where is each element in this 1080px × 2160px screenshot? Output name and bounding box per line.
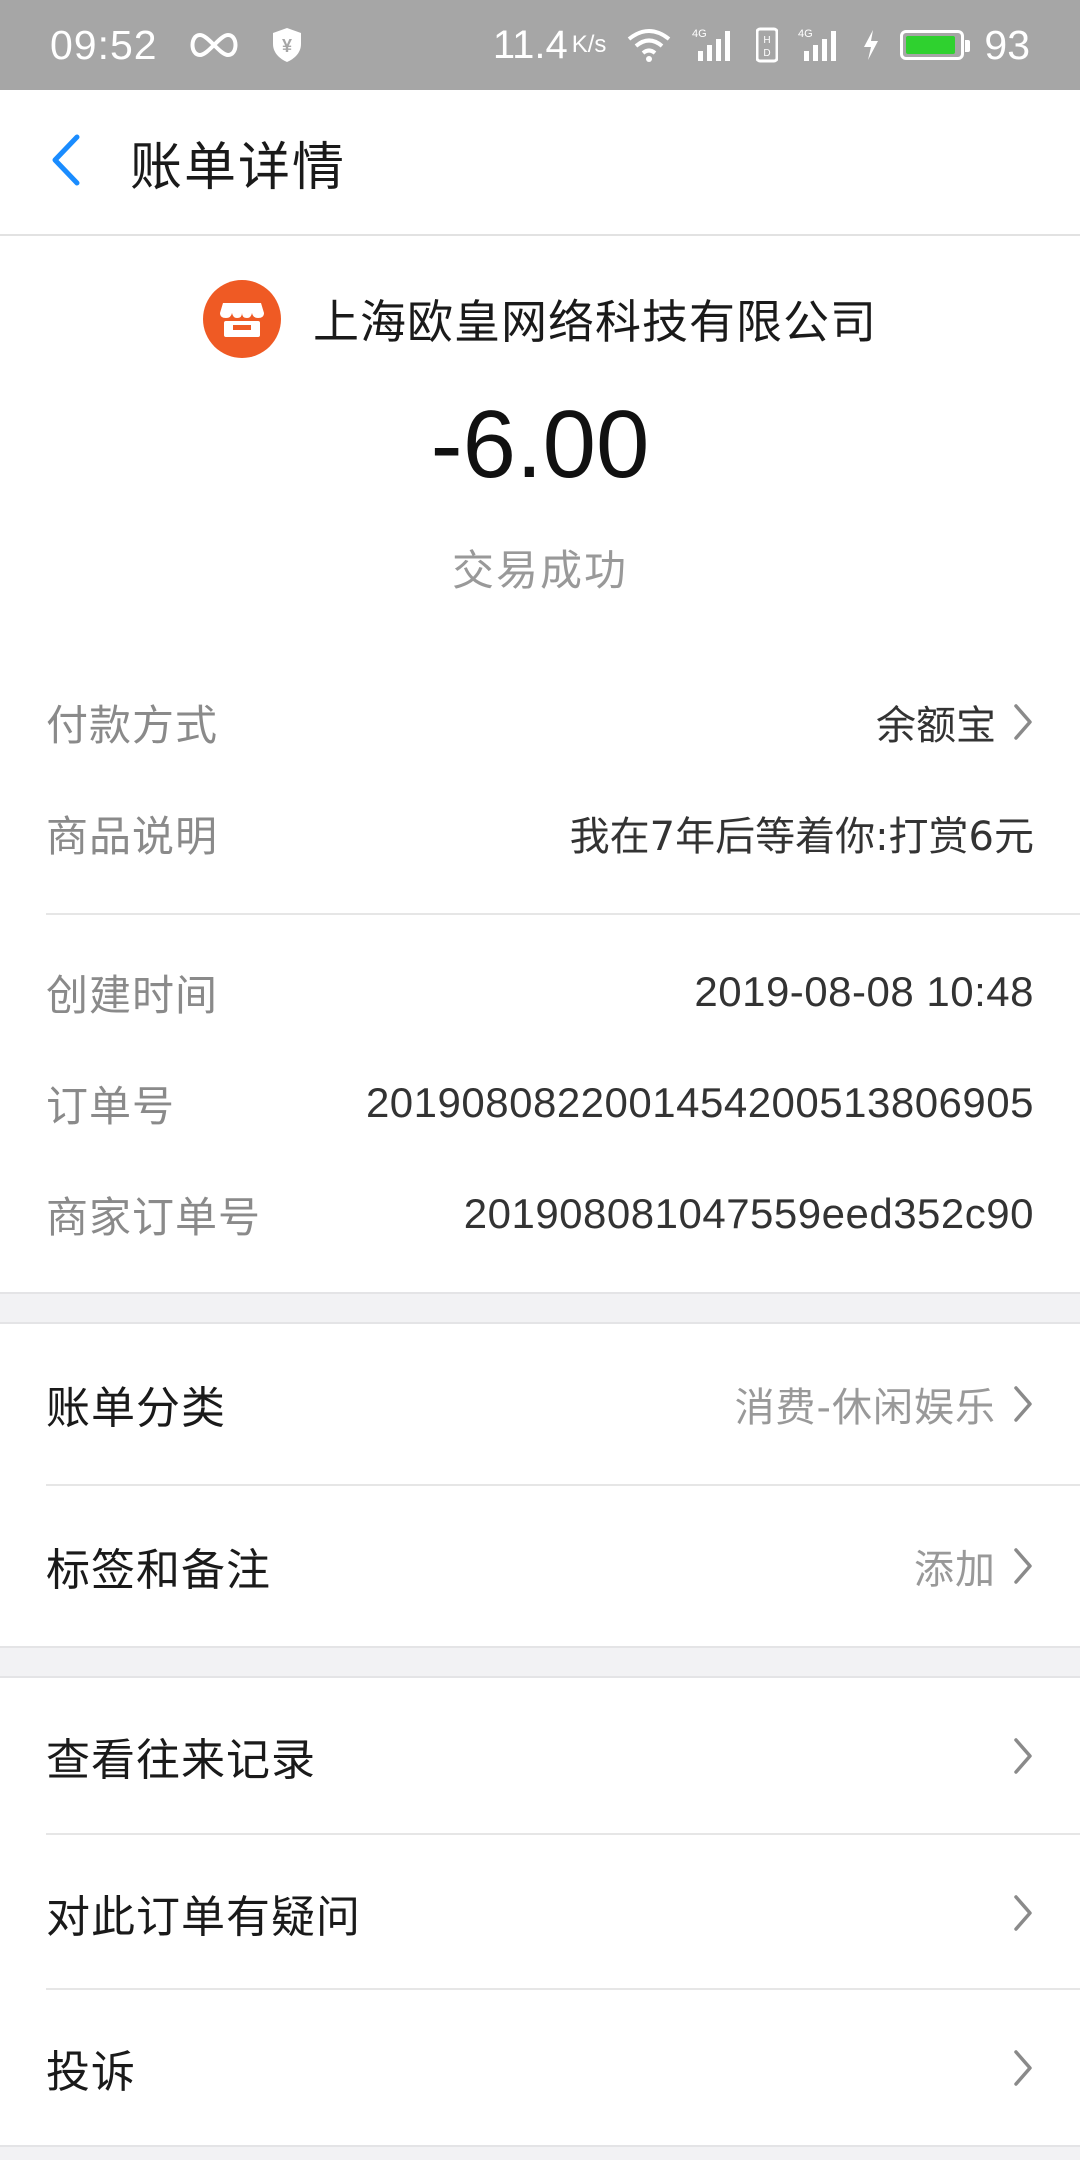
chevron-right-icon [1012, 1384, 1034, 1424]
net-speed-value: 11.4 [492, 22, 568, 67]
chevron-right-icon [1012, 702, 1034, 742]
net-speed-unit: K/s [571, 30, 607, 58]
chevron-right-icon [1012, 1546, 1034, 1586]
payment-method-row[interactable]: 付款方式 余额宝 [46, 692, 1034, 752]
svg-text:¥: ¥ [282, 36, 292, 56]
bill-category-row[interactable]: 账单分类 消费-休闲娱乐 [0, 1324, 1080, 1484]
merchant-order-no-value: 201908081047559eed352c90 [463, 1190, 1034, 1237]
svg-text:H: H [764, 35, 771, 46]
tags-notes-label: 标签和备注 [46, 1545, 271, 1596]
product-desc-value: 我在7年后等着你:打赏6元 [569, 814, 1034, 860]
store-icon [203, 280, 281, 358]
view-history-row[interactable]: 查看往来记录 [0, 1678, 1080, 1833]
complaint-row[interactable]: 投诉 [0, 1990, 1080, 2145]
merchant-name: 上海欧皇网络科技有限公司 [313, 295, 877, 349]
signal-4g-icon: 4G [692, 27, 736, 63]
order-question-row[interactable]: 对此订单有疑问 [0, 1835, 1080, 1990]
chevron-right-icon [1012, 2048, 1034, 2088]
page-title: 账单详情 [130, 137, 347, 198]
bill-category-value: 消费-休闲娱乐 [734, 1385, 996, 1431]
payment-method-value-wrap: 余额宝 [876, 693, 1034, 751]
order-question-label: 对此订单有疑问 [46, 1891, 361, 1943]
view-history-label: 查看往来记录 [46, 1734, 316, 1786]
chevron-right-icon [1012, 1736, 1034, 1776]
bill-category-label: 账单分类 [46, 1383, 226, 1434]
shield-yen-icon: ¥ [270, 26, 304, 64]
svg-text:4G: 4G [798, 28, 813, 40]
status-time: 09:52 [50, 21, 158, 68]
order-no-row: 订单号 2019080822001454200513806905 [46, 1073, 1034, 1133]
status-bar: 09:52 ¥ 11.4 K/s 4G HD 4G 93 [0, 0, 1080, 90]
battery-icon [900, 30, 971, 60]
nav-bar: 账单详情 [0, 90, 1080, 236]
bill-category-value-wrap: 消费-休闲娱乐 [735, 1375, 1034, 1433]
amount: -6.00 [430, 391, 650, 498]
wifi-icon [626, 27, 672, 63]
svg-text:D: D [764, 48, 771, 59]
product-desc-row: 商品说明 我在7年后等着你:打赏6元 [46, 803, 1034, 863]
tags-notes-value-wrap: 添加 [914, 1537, 1034, 1595]
svg-text:4G: 4G [692, 28, 707, 40]
merchant-order-no-row: 商家订单号 201908081047559eed352c90 [46, 1184, 1034, 1244]
order-no-label: 订单号 [46, 1081, 176, 1131]
battery-level: 93 [984, 21, 1030, 68]
created-time-row: 创建时间 2019-08-08 10:48 [46, 962, 1034, 1022]
payment-method-value: 余额宝 [876, 703, 996, 749]
signal-4g-icon: 4G [798, 27, 842, 63]
transaction-status: 交易成功 [451, 546, 628, 595]
created-time-value: 2019-08-08 10:48 [694, 968, 1034, 1015]
complaint-label: 投诉 [46, 2046, 136, 2098]
infinity-icon [186, 30, 242, 60]
battery-fill [906, 36, 955, 54]
chevron-right-icon [1012, 1893, 1034, 1933]
created-time-label: 创建时间 [46, 970, 219, 1020]
order-no-value: 2019080822001454200513806905 [365, 1079, 1034, 1126]
merchant-order-no-label: 商家订单号 [46, 1192, 262, 1242]
merchant-row: 上海欧皇网络科技有限公司 [0, 280, 1080, 358]
payment-method-label: 付款方式 [46, 700, 219, 750]
back-button[interactable] [0, 89, 130, 235]
divider [46, 913, 1080, 915]
section-separator [0, 1646, 1080, 1678]
tags-notes-value: 添加 [914, 1547, 996, 1593]
tags-notes-row[interactable]: 标签和备注 添加 [0, 1486, 1080, 1646]
product-desc-label: 商品说明 [46, 811, 219, 861]
chevron-left-icon [47, 132, 83, 192]
net-speed: 11.4 K/s [493, 23, 607, 68]
bottom-band [0, 2145, 1080, 2160]
section-separator [0, 1292, 1080, 1324]
hd-icon: HD [756, 27, 779, 63]
charging-icon [862, 29, 880, 61]
